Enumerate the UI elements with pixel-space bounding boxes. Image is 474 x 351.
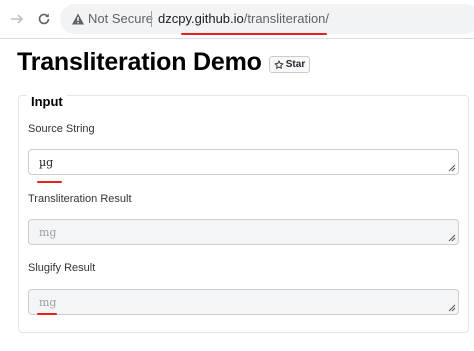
slugify-result-label: Slugify Result — [28, 262, 96, 274]
arrow-right-icon — [11, 14, 24, 24]
star-label: Star — [285, 59, 306, 70]
reload-button[interactable] — [33, 8, 55, 30]
source-string-value: µg — [39, 156, 54, 169]
transliteration-result-label: Transliteration Result — [28, 193, 132, 205]
slugify-result-output[interactable]: mg — [28, 289, 459, 315]
url-text[interactable]: dzcpy.github.io/transliteration/ — [158, 11, 329, 26]
back-button[interactable] — [6, 8, 28, 30]
reload-icon — [38, 13, 50, 25]
transliteration-result-value: mg — [39, 226, 57, 239]
star-button[interactable]: Star — [269, 56, 310, 73]
source-string-label: Source String — [28, 123, 95, 135]
url-host: dzcpy.github.io — [158, 11, 244, 26]
source-underline-annotation — [37, 181, 62, 183]
omnibox-divider — [151, 11, 152, 27]
url-path: /transliteration/ — [243, 11, 330, 26]
url-underline-annotation — [181, 33, 327, 35]
resize-grip-icon[interactable] — [448, 234, 456, 242]
input-legend: Input — [27, 94, 67, 109]
slugify-result-value: mg — [39, 296, 57, 309]
resize-grip-icon[interactable] — [448, 164, 456, 172]
slugify-underline-annotation — [37, 313, 57, 315]
transliteration-result-output[interactable]: mg — [28, 219, 459, 245]
resize-grip-icon[interactable] — [448, 304, 456, 312]
warning-icon — [72, 13, 84, 25]
address-bar[interactable]: Not Secure dzcpy.github.io/transliterati… — [60, 4, 474, 34]
page-title: Transliteration Demo — [17, 48, 262, 76]
security-status[interactable]: Not Secure — [88, 11, 153, 26]
star-icon — [274, 60, 284, 69]
source-string-input[interactable]: µg — [28, 149, 459, 175]
